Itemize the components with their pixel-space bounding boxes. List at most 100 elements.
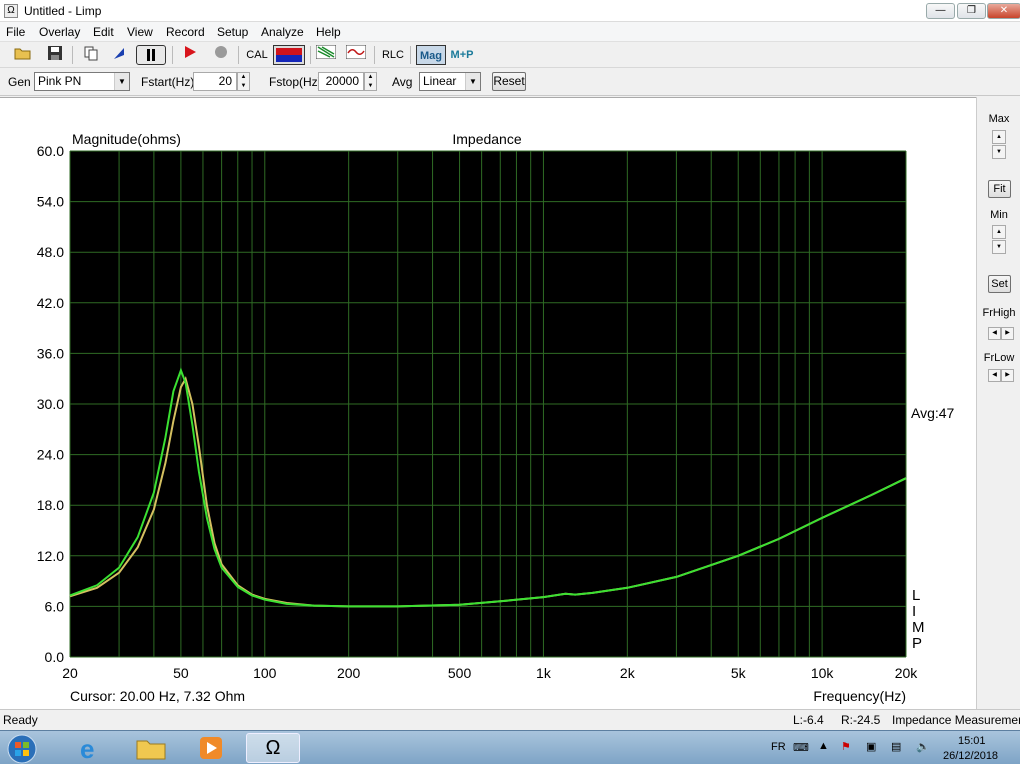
menu-file[interactable]: File	[6, 25, 25, 39]
toolbar-separator	[72, 46, 73, 64]
volume-icon[interactable]: 🔈	[916, 740, 930, 753]
set-button[interactable]: Set	[988, 275, 1011, 293]
gen-select[interactable]: Pink PN ▼	[34, 72, 130, 91]
reset-button[interactable]: Reset	[492, 72, 526, 91]
waterfall-icon[interactable]	[314, 44, 338, 65]
waveform-icon[interactable]	[344, 44, 368, 65]
side-panel: Max ▲ ▼ Fit Min ▲ ▼ Set FrHigh ◀ ▶ FrLow…	[976, 97, 1020, 709]
fstop-label: Fstop(Hz)	[269, 75, 322, 89]
avg-label: Avg	[392, 75, 413, 89]
copy-icon[interactable]	[80, 45, 102, 65]
clock-date[interactable]: 26/12/2018	[943, 750, 998, 762]
open-folder-icon[interactable]	[12, 45, 34, 65]
internet-explorer-icon[interactable]: e	[62, 733, 116, 764]
graph-panel: 60.0 54.0 48.0 42.0 36.0 30.0 24.0 18.0 12.0 6.0 0…	[0, 97, 976, 709]
menu-overlay[interactable]: Overlay	[39, 25, 80, 39]
color-overlay-button[interactable]	[273, 45, 305, 65]
y-tick-label: 48.0	[37, 244, 64, 260]
x-tick-label: 1k	[536, 665, 552, 681]
fstop-spinner[interactable]: ▲ ▼	[364, 72, 377, 91]
pause-button[interactable]	[136, 45, 166, 65]
show-hidden-icons-icon[interactable]: ▲	[818, 740, 829, 752]
x-axis-label: Frequency(Hz)	[813, 688, 906, 704]
toolbar-separator	[172, 46, 173, 64]
avg-select[interactable]: Linear ▼	[419, 72, 481, 91]
status-ready: Ready	[3, 713, 38, 727]
y-tick-label: 24.0	[37, 447, 64, 463]
rlc-button[interactable]: RLC	[380, 45, 406, 65]
close-button[interactable]: ✕	[987, 3, 1020, 19]
flag-icon[interactable]: ⚑	[841, 740, 851, 753]
y-axis-label: Magnitude(ohms)	[72, 131, 181, 147]
limp-letter: P	[912, 635, 922, 652]
language-indicator[interactable]: FR	[771, 741, 786, 753]
taskbar: e Ω FR ⌨ ▲ ⚑ ▣ ▤ 🔈 15:01 26/12/2018	[0, 730, 1020, 764]
menu-bar: File Overlay Edit View Record Setup Anal…	[0, 22, 1020, 42]
save-icon[interactable]	[44, 45, 66, 65]
window-title: Untitled - Limp	[24, 4, 102, 18]
cal-button[interactable]: CAL	[244, 45, 270, 65]
x-tick-label: 50	[173, 665, 189, 681]
menu-edit[interactable]: Edit	[93, 25, 114, 39]
app-window: Ω Untitled - Limp — ❐ ✕ File Overlay Edi…	[0, 0, 1020, 730]
frlow-label: FrLow	[983, 352, 1015, 364]
y-tick-label: 18.0	[37, 497, 64, 513]
mag-button[interactable]: Mag	[416, 45, 446, 65]
fstart-label: Fstart(Hz)	[141, 75, 195, 89]
control-bar: Gen Pink PN ▼ Fstart(Hz) 20 ▲ ▼ Fstop(Hz)…	[0, 68, 1020, 96]
frlow-left-arrow-icon[interactable]: ◀	[988, 369, 1001, 382]
frhigh-left-arrow-icon[interactable]: ◀	[988, 327, 1001, 340]
toolbar-separator	[374, 46, 375, 64]
x-tick-label: 2k	[620, 665, 636, 681]
menu-analyze[interactable]: Analyze	[261, 25, 304, 39]
marker-icon[interactable]	[108, 45, 130, 65]
keyboard-icon[interactable]: ⌨	[793, 741, 809, 754]
toolbar-separator	[310, 46, 311, 64]
toolbar-separator	[410, 46, 411, 64]
y-tick-label: 6.0	[45, 598, 65, 614]
y-tick-labels: 60.0 54.0 48.0 42.0 36.0 30.0 24.0 18.0 12.0 6.0 0…	[37, 143, 64, 665]
fstart-spinner[interactable]: ▲ ▼	[237, 72, 250, 91]
fstop-input[interactable]: 20000	[318, 72, 364, 91]
x-tick-label: 500	[448, 665, 472, 681]
x-tick-label: 20k	[895, 665, 919, 681]
impedance-chart[interactable]: 60.0 54.0 48.0 42.0 36.0 30.0 24.0 18.0 12.0 6.0 0…	[0, 98, 976, 710]
menu-help[interactable]: Help	[316, 25, 341, 39]
gen-label: Gen	[8, 75, 31, 89]
frhigh-right-arrow-icon[interactable]: ▶	[1001, 327, 1014, 340]
minimize-button[interactable]: —	[926, 3, 955, 19]
menu-record[interactable]: Record	[166, 25, 205, 39]
mag-phase-button[interactable]: M+P	[447, 45, 477, 65]
network-icon[interactable]: ▤	[891, 740, 901, 753]
maximize-button[interactable]: ❐	[957, 3, 986, 19]
media-player-icon[interactable]	[184, 733, 238, 763]
toolbar-separator	[238, 46, 239, 64]
status-bar: Ready L:-6.4 R:-24.5 Impedance Measureme…	[0, 709, 1020, 730]
record-icon[interactable]	[211, 45, 231, 65]
file-explorer-icon[interactable]	[124, 733, 178, 763]
x-tick-label: 200	[337, 665, 361, 681]
min-down-arrow-icon[interactable]: ▼	[992, 240, 1006, 254]
play-icon[interactable]	[180, 45, 200, 65]
limp-taskbar-icon[interactable]: Ω	[246, 733, 300, 763]
menu-setup[interactable]: Setup	[217, 25, 248, 39]
x-tick-label: 100	[253, 665, 277, 681]
y-tick-label: 60.0	[37, 143, 64, 159]
frlow-right-arrow-icon[interactable]: ▶	[1001, 369, 1014, 382]
svg-text:e: e	[80, 734, 94, 763]
clock-time[interactable]: 15:01	[958, 735, 986, 747]
fstart-input[interactable]: 20	[193, 72, 237, 91]
start-orb-icon[interactable]	[2, 733, 46, 764]
min-label: Min	[990, 209, 1008, 221]
x-tick-labels: 20 50 100 200 500 1k 2k 5k 10k 20k	[62, 665, 918, 681]
status-left-level: L:-6.4	[793, 713, 824, 727]
min-up-arrow-icon[interactable]: ▲	[992, 225, 1006, 239]
x-tick-label: 5k	[731, 665, 747, 681]
fit-button[interactable]: Fit	[988, 180, 1011, 198]
max-down-arrow-icon[interactable]: ▼	[992, 145, 1006, 159]
limp-letter: M	[912, 619, 925, 636]
cursor-readout: Cursor: 20.00 Hz, 7.32 Ohm	[70, 688, 245, 704]
max-up-arrow-icon[interactable]: ▲	[992, 130, 1006, 144]
menu-view[interactable]: View	[127, 25, 153, 39]
device-icon[interactable]: ▣	[866, 740, 876, 753]
